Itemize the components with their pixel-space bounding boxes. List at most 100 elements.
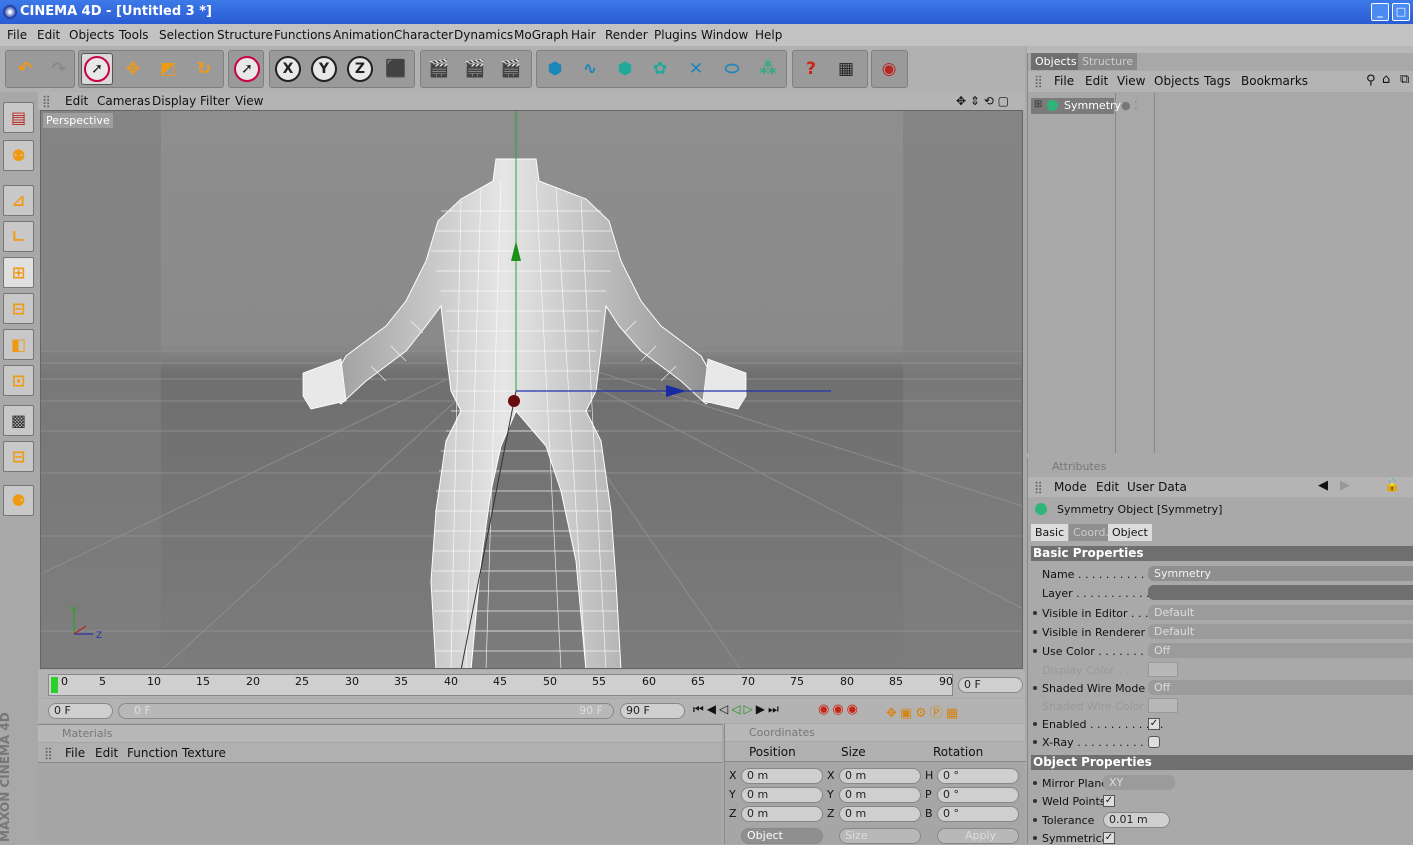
object-row-symmetry[interactable]: ⊞ Symmetry bbox=[1031, 98, 1121, 114]
tab-objects[interactable]: Objects bbox=[1031, 53, 1081, 70]
animate-dot-icon[interactable] bbox=[1033, 649, 1037, 653]
frame-range-slider[interactable]: 0 F 90 F bbox=[118, 703, 614, 719]
viewport-nav-icons[interactable]: ✥ ⇕ ⟲ ▢ bbox=[956, 94, 1009, 108]
rotate-icon[interactable]: ↻ bbox=[188, 53, 220, 85]
mat-menu-function[interactable]: Function bbox=[127, 746, 178, 760]
spline-icon[interactable]: ∿ bbox=[574, 53, 606, 85]
obj-menu-edit[interactable]: Edit bbox=[1085, 74, 1108, 88]
search-icon[interactable]: ⚲ bbox=[1366, 73, 1376, 88]
forward-arrow-icon[interactable]: ▶ bbox=[1340, 478, 1350, 493]
shaded-wire-color-swatch[interactable] bbox=[1148, 698, 1178, 713]
scene-icon[interactable]: ⬭ bbox=[716, 53, 748, 85]
recent-tool-icon[interactable]: ➚ bbox=[231, 53, 263, 85]
coordinate-system-icon[interactable]: ⬛ bbox=[380, 53, 412, 85]
maximize-button[interactable]: □ bbox=[1392, 3, 1410, 21]
obj-menu-file[interactable]: File bbox=[1054, 74, 1074, 88]
playback-controls[interactable]: ⏮◀◁◁▷▶⏭ bbox=[693, 702, 813, 720]
record-controls[interactable]: ◉◉◉ bbox=[818, 702, 880, 720]
web-icon[interactable]: ◉ bbox=[873, 53, 905, 85]
new-window-icon[interactable]: ⧉ bbox=[1400, 72, 1409, 87]
position-y-field[interactable]: 0 m bbox=[741, 787, 823, 803]
keyframe-controls[interactable]: ✥▣⚙Ⓟ▦ bbox=[886, 702, 1026, 721]
x-axis-lock-icon[interactable]: X bbox=[272, 53, 304, 85]
menu-structure[interactable]: Structure bbox=[217, 28, 273, 42]
menu-plugins[interactable]: Plugins bbox=[654, 28, 697, 42]
name-field[interactable]: Symmetry bbox=[1148, 566, 1413, 581]
tab-structure[interactable]: Structure bbox=[1078, 53, 1138, 70]
vp-menu-edit[interactable]: Edit bbox=[65, 94, 88, 108]
help-icon[interactable]: ? bbox=[795, 53, 827, 85]
menu-character[interactable]: Character bbox=[394, 28, 453, 42]
y-axis-lock-icon[interactable]: Y bbox=[308, 53, 340, 85]
animate-dot-icon[interactable] bbox=[1033, 686, 1037, 690]
perspective-viewport[interactable]: Y Z Perspective bbox=[40, 110, 1023, 669]
redo-icon[interactable]: ↷ bbox=[43, 53, 75, 85]
render-settings-icon[interactable]: 🎬 bbox=[495, 53, 527, 85]
menu-edit[interactable]: Edit bbox=[37, 28, 60, 42]
animate-dot-icon[interactable] bbox=[1033, 818, 1037, 822]
coordinate-mode-select[interactable]: Object bbox=[741, 828, 823, 844]
vp-menu-filter[interactable]: Filter bbox=[200, 94, 230, 108]
points-mode-icon[interactable]: ⊞ bbox=[3, 257, 34, 288]
size-mode-select[interactable]: Size bbox=[839, 828, 921, 844]
menu-file[interactable]: File bbox=[7, 28, 27, 42]
menu-render[interactable]: Render bbox=[605, 28, 648, 42]
attr-menu-user-data[interactable]: User Data bbox=[1127, 480, 1187, 494]
timeline[interactable]: 0 5 10 15 20 25 30 35 40 45 50 55 60 65 … bbox=[38, 670, 1025, 698]
obj-menu-objects[interactable]: Objects bbox=[1154, 74, 1199, 88]
array-icon[interactable]: ✿ bbox=[644, 53, 676, 85]
tab-object[interactable]: Object bbox=[1108, 524, 1152, 541]
render-view-icon[interactable]: 🎬 bbox=[423, 53, 455, 85]
viewport-layout-icon[interactable]: ▤ bbox=[3, 102, 34, 133]
playhead[interactable] bbox=[51, 677, 58, 693]
workplane-icon[interactable]: ⊟ bbox=[3, 441, 34, 472]
apply-button[interactable]: Apply bbox=[937, 828, 1019, 844]
z-axis-lock-icon[interactable]: Z bbox=[344, 53, 376, 85]
menu-help[interactable]: Help bbox=[755, 28, 782, 42]
visible-editor-select[interactable]: Default bbox=[1148, 605, 1413, 620]
menu-objects[interactable]: Objects bbox=[69, 28, 114, 42]
vp-menu-cameras[interactable]: Cameras bbox=[97, 94, 150, 108]
symmetrical-checkbox[interactable]: ✓ bbox=[1103, 832, 1115, 844]
menu-hair[interactable]: Hair bbox=[571, 28, 596, 42]
size-z-field[interactable]: 0 m bbox=[839, 806, 921, 822]
menu-animation[interactable]: Animation bbox=[333, 28, 394, 42]
animate-dot-icon[interactable] bbox=[1033, 836, 1037, 840]
animate-dot-icon[interactable] bbox=[1033, 781, 1037, 785]
tab-coord[interactable]: Coord. bbox=[1069, 524, 1113, 541]
rotation-h-field[interactable]: 0 ° bbox=[937, 768, 1019, 784]
deformer-icon[interactable]: ✕ bbox=[680, 53, 712, 85]
texture-axis-icon[interactable]: ∟ bbox=[3, 221, 34, 252]
mat-menu-edit[interactable]: Edit bbox=[95, 746, 118, 760]
mat-menu-file[interactable]: File bbox=[65, 746, 85, 760]
object-axis-icon[interactable]: ⊿ bbox=[3, 185, 34, 216]
start-frame-field[interactable]: 0 F bbox=[48, 703, 113, 719]
lock-icon[interactable]: 🔒 bbox=[1384, 478, 1400, 493]
visibility-dots-icon[interactable]: ● ⁚ bbox=[1121, 99, 1138, 112]
live-selection-icon[interactable]: ➚ bbox=[81, 53, 113, 85]
nurbs-icon[interactable]: ⬢ bbox=[609, 53, 641, 85]
edges-mode-icon[interactable]: ⊟ bbox=[3, 293, 34, 324]
vp-menu-view[interactable]: View bbox=[235, 94, 263, 108]
weld-points-checkbox[interactable]: ✓ bbox=[1103, 795, 1115, 807]
timeline-ruler[interactable]: 0 5 10 15 20 25 30 35 40 45 50 55 60 65 … bbox=[48, 674, 953, 696]
menu-tools[interactable]: Tools bbox=[119, 28, 149, 42]
menu-functions[interactable]: Functions bbox=[274, 28, 331, 42]
obj-menu-tags[interactable]: Tags bbox=[1204, 74, 1231, 88]
attr-menu-edit[interactable]: Edit bbox=[1096, 480, 1119, 494]
obj-menu-view[interactable]: View bbox=[1117, 74, 1145, 88]
attr-menu-mode[interactable]: Mode bbox=[1054, 480, 1087, 494]
expand-icon[interactable]: ⊞ bbox=[1034, 99, 1042, 110]
home-icon[interactable]: ⌂ bbox=[1382, 72, 1390, 87]
size-y-field[interactable]: 0 m bbox=[839, 787, 921, 803]
render-region-icon[interactable]: 🎬 bbox=[459, 53, 491, 85]
menu-mograph[interactable]: MoGraph bbox=[514, 28, 569, 42]
animate-dot-icon[interactable] bbox=[1033, 630, 1037, 634]
end-frame-field[interactable]: 90 F bbox=[620, 703, 685, 719]
mat-menu-texture[interactable]: Texture bbox=[182, 746, 226, 760]
current-frame-field[interactable]: 0 F bbox=[958, 677, 1023, 693]
cube-icon[interactable]: ⬢ bbox=[539, 53, 571, 85]
visible-renderer-select[interactable]: Default bbox=[1148, 624, 1413, 639]
animate-dot-icon[interactable] bbox=[1033, 799, 1037, 803]
rotation-p-field[interactable]: 0 ° bbox=[937, 787, 1019, 803]
